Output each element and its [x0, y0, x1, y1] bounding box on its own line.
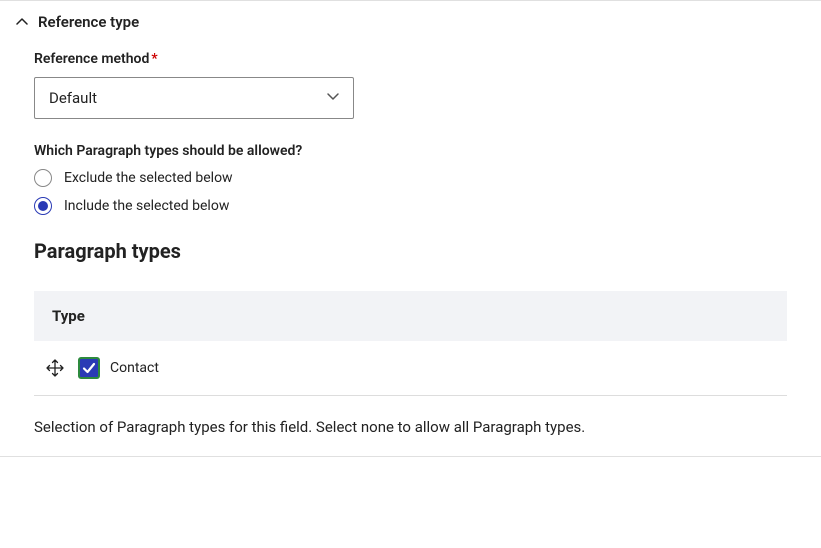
allowed-types-field: Which Paragraph types should be allowed?… — [34, 143, 787, 215]
reference-method-select-wrap: Default — [34, 77, 354, 119]
radio-include-label: Include the selected below — [64, 198, 229, 214]
section-header[interactable]: Reference type — [0, 1, 821, 43]
radio-icon — [34, 169, 52, 187]
reference-type-panel: Reference type Reference method* Default… — [0, 0, 821, 457]
section-body: Reference method* Default Which Paragrap… — [0, 43, 821, 456]
radio-exclude[interactable]: Exclude the selected below — [34, 169, 787, 187]
required-mark: * — [151, 51, 157, 67]
radio-exclude-label: Exclude the selected below — [64, 170, 233, 186]
drag-handle-icon[interactable] — [46, 359, 64, 377]
help-text: Selection of Paragraph types for this fi… — [34, 418, 787, 436]
row-label-contact: Contact — [110, 360, 159, 376]
reference-method-select[interactable]: Default — [34, 77, 354, 119]
radio-icon — [34, 197, 52, 215]
table-header-type: Type — [34, 291, 787, 341]
section-title: Reference type — [38, 13, 139, 31]
paragraph-types-table: Type Contact — [34, 291, 787, 396]
chevron-up-icon — [16, 16, 28, 28]
table-row: Contact — [34, 341, 787, 396]
radio-include[interactable]: Include the selected below — [34, 197, 787, 215]
allowed-types-label: Which Paragraph types should be allowed? — [34, 143, 787, 159]
reference-method-field: Reference method* Default — [34, 51, 787, 119]
reference-method-label: Reference method* — [34, 51, 787, 67]
paragraph-types-heading: Paragraph types — [34, 239, 787, 263]
checkbox-contact[interactable] — [78, 357, 100, 379]
